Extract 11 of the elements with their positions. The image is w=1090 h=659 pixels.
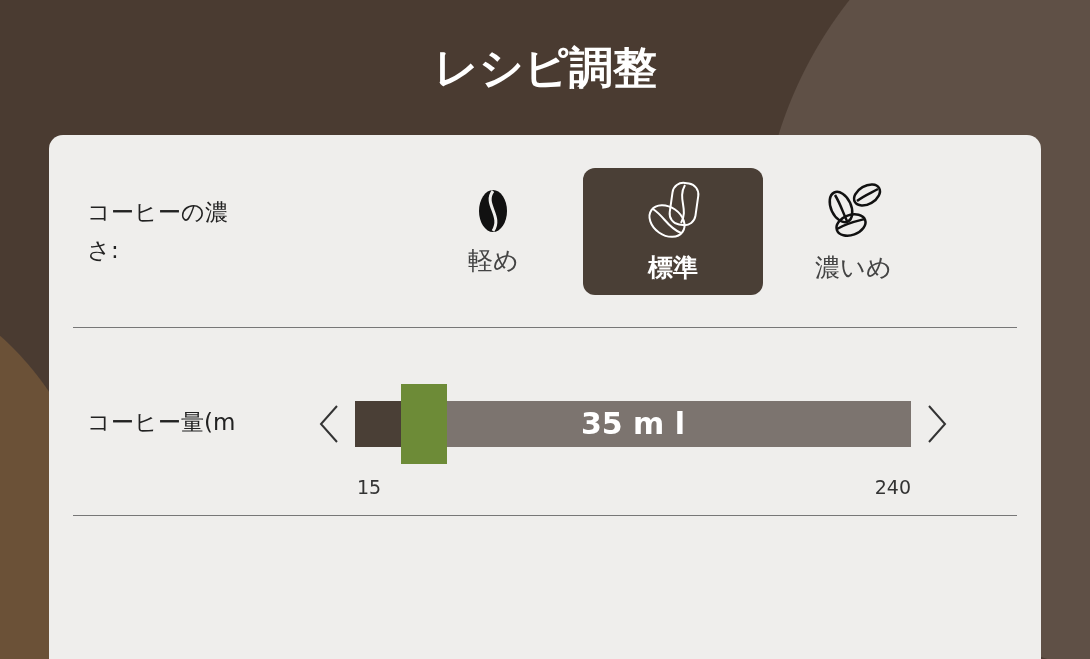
amount-label: コーヒー量(m [87,407,237,437]
max-label: 240 [874,475,911,498]
min-label: 15 [357,475,382,498]
slider-thumb[interactable] [400,383,447,464]
strength-label: コーヒーの濃さ: [87,198,229,265]
strength-option[interactable]: 軽め [403,167,583,295]
page-title: レシピ調整 [433,41,657,95]
strength-option[interactable]: 標準 [583,167,763,295]
slider-track[interactable]: 35 m l [355,383,911,464]
strength-option[interactable]: 濃いめ [763,167,943,295]
slider-value: 35 m l [580,406,686,441]
